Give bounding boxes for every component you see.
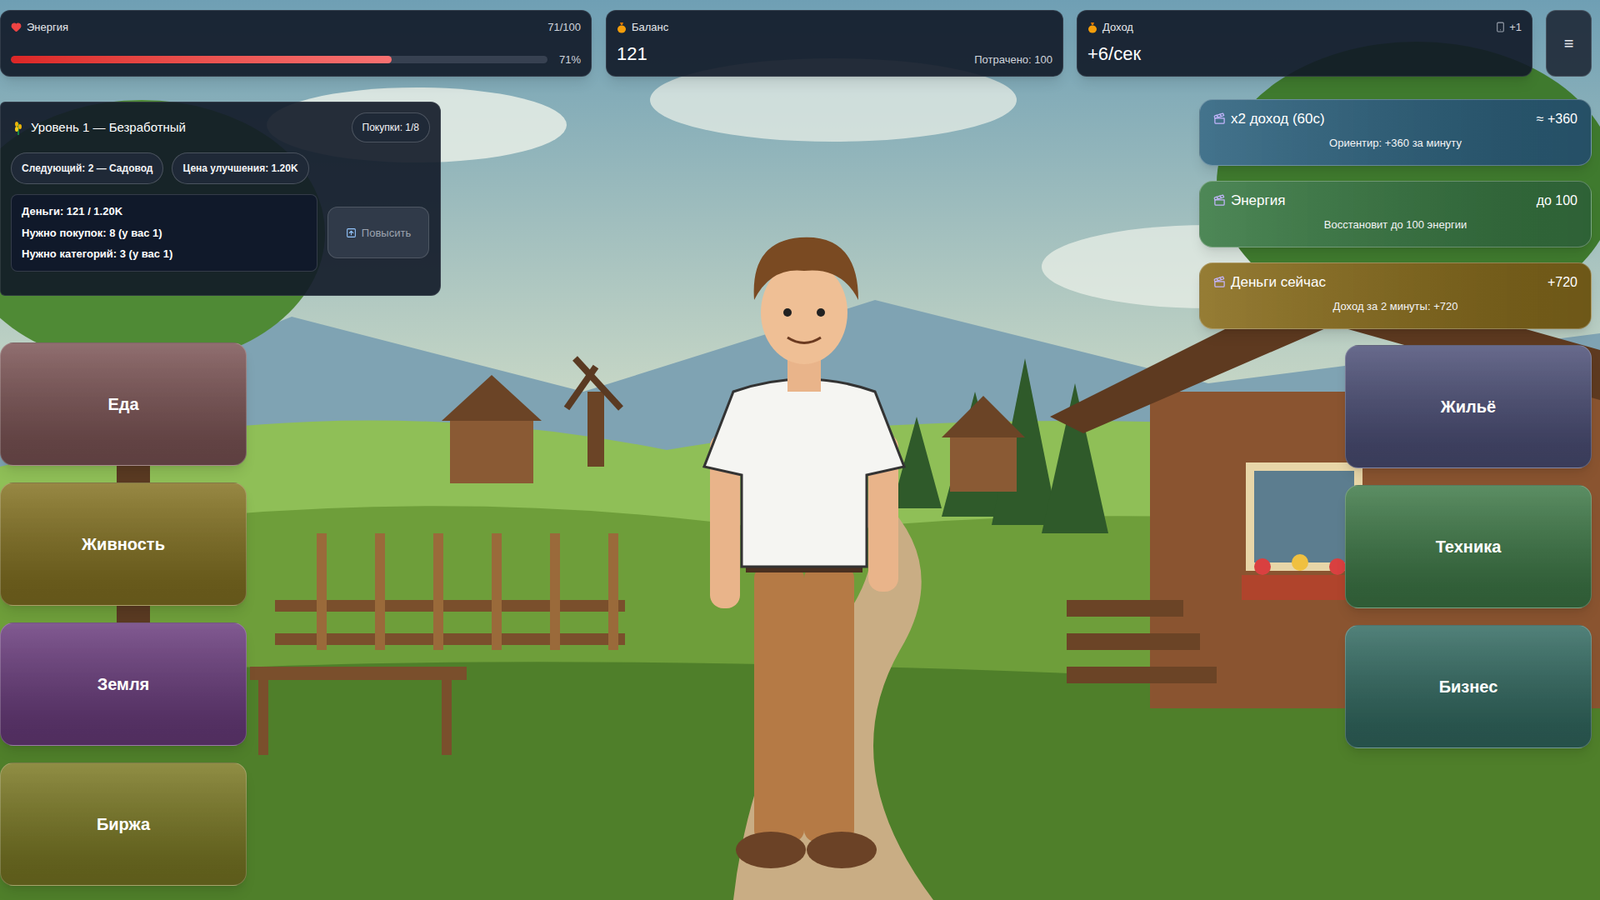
energy-reading: 71/100 — [547, 19, 581, 36]
wheat-icon — [12, 120, 25, 135]
boost-hint: Восстановит до 100 энергии — [1324, 216, 1467, 234]
boost-hint: Доход за 2 минуты: +720 — [1333, 298, 1459, 315]
requirement-line: Нужно покупок: 8 (у вас 1) — [21, 225, 307, 242]
income-bonus: +1 — [1509, 19, 1522, 36]
energy-label: Энергия — [26, 19, 69, 36]
boost-value: ≈ +360 — [1536, 109, 1578, 130]
balance-card: Баланс 121 Потрачено: 100 — [605, 10, 1064, 77]
top-bar: Энергия 71/100 71% Баланс 121 Потрачено: 100 Д… — [0, 0, 1600, 77]
boost-list: x2 доход (60с) ≈ +360 Ориентир: +360 за ми… — [1199, 99, 1592, 330]
balance-value: 121 — [616, 40, 648, 68]
category-button[interactable]: Биржа — [0, 762, 247, 886]
requirement-line: Нужно категорий: 3 (у вас 1) — [21, 245, 307, 263]
category-label: Биржа — [96, 811, 150, 837]
income-label: Доход — [1102, 19, 1134, 36]
boost-hint: Ориентир: +360 за минуту — [1329, 135, 1462, 152]
requirements-box: Деньги: 121 / 1.20K Нужно покупок: 8 (у в… — [10, 194, 318, 272]
video-ad-icon — [1213, 194, 1226, 207]
energy-percent: 71% — [559, 51, 581, 69]
left-column: Уровень 1 — Безработный Покупки: 1/8 Следу… — [0, 99, 441, 886]
boost-title: Энергия — [1230, 190, 1285, 212]
boost-card[interactable]: Энергия до 100 Восстановит до 100 энергии — [1199, 180, 1592, 248]
category-label: Еда — [107, 391, 139, 417]
spent-text: Потрачено: 100 — [974, 51, 1053, 69]
menu-button[interactable]: ≡ — [1545, 10, 1592, 77]
category-label: Живность — [81, 531, 165, 557]
hud: Энергия 71/100 71% Баланс 121 Потрачено: 100 Д… — [0, 0, 1600, 886]
category-button[interactable]: Еда — [0, 342, 247, 466]
boost-value: +720 — [1547, 272, 1578, 293]
energy-fill — [10, 55, 392, 64]
farmer-character — [704, 237, 905, 869]
boost-card[interactable]: Деньги сейчас +720 Доход за 2 минуты: +720 — [1199, 262, 1592, 330]
requirement-line: Деньги: 121 / 1.20K — [21, 203, 307, 220]
next-level-pill: Следующий: 2 — Садовод — [10, 152, 164, 185]
income-value: +6/сек — [1087, 40, 1522, 68]
income-card: Доход +1 +6/сек — [1076, 10, 1533, 77]
main-area: Уровень 1 — Безработный Покупки: 1/8 Следу… — [0, 99, 1600, 886]
arrow-up-icon — [345, 227, 357, 239]
energy-card: Энергия 71/100 71% — [0, 10, 592, 77]
right-categories: Жильё Техника Бизнес — [1345, 345, 1592, 749]
category-label: Земля — [97, 671, 150, 697]
phone-icon — [1495, 21, 1506, 33]
boost-title: x2 доход (60с) — [1230, 108, 1325, 130]
category-label: Бизнес — [1439, 674, 1499, 700]
category-button[interactable]: Бизнес — [1345, 625, 1592, 749]
category-button[interactable]: Земля — [0, 622, 247, 746]
purchases-pill: Покупки: 1/8 — [351, 112, 430, 143]
level-panel: Уровень 1 — Безработный Покупки: 1/8 Следу… — [0, 101, 441, 296]
category-button[interactable]: Живность — [0, 482, 247, 606]
left-categories: Еда Живность Земля Биржа — [0, 342, 247, 886]
category-label: Жильё — [1440, 394, 1497, 420]
price-pill: Цена улучшения: 1.20K — [171, 152, 309, 185]
heart-icon — [10, 21, 22, 33]
category-button[interactable]: Техника — [1345, 485, 1592, 609]
level-title: Уровень 1 — Безработный — [30, 118, 186, 138]
money-bag-icon — [1087, 21, 1098, 34]
category-button[interactable]: Жильё — [1345, 345, 1592, 469]
right-column: x2 доход (60с) ≈ +360 Ориентир: +360 за ми… — [1199, 99, 1592, 749]
upgrade-button[interactable]: Повысить — [327, 206, 430, 259]
video-ad-icon — [1213, 275, 1226, 289]
game-screen: Энергия 71/100 71% Баланс 121 Потрачено: 100 Д… — [0, 0, 1600, 900]
boost-value: до 100 — [1536, 190, 1578, 211]
boost-card[interactable]: x2 доход (60с) ≈ +360 Ориентир: +360 за ми… — [1199, 99, 1592, 166]
balance-label: Баланс — [631, 19, 669, 36]
money-bag-icon — [616, 21, 627, 34]
video-ad-icon — [1213, 112, 1226, 125]
energy-bar — [10, 55, 548, 64]
boost-title: Деньги сейчас — [1230, 271, 1326, 294]
category-label: Техника — [1435, 534, 1502, 560]
